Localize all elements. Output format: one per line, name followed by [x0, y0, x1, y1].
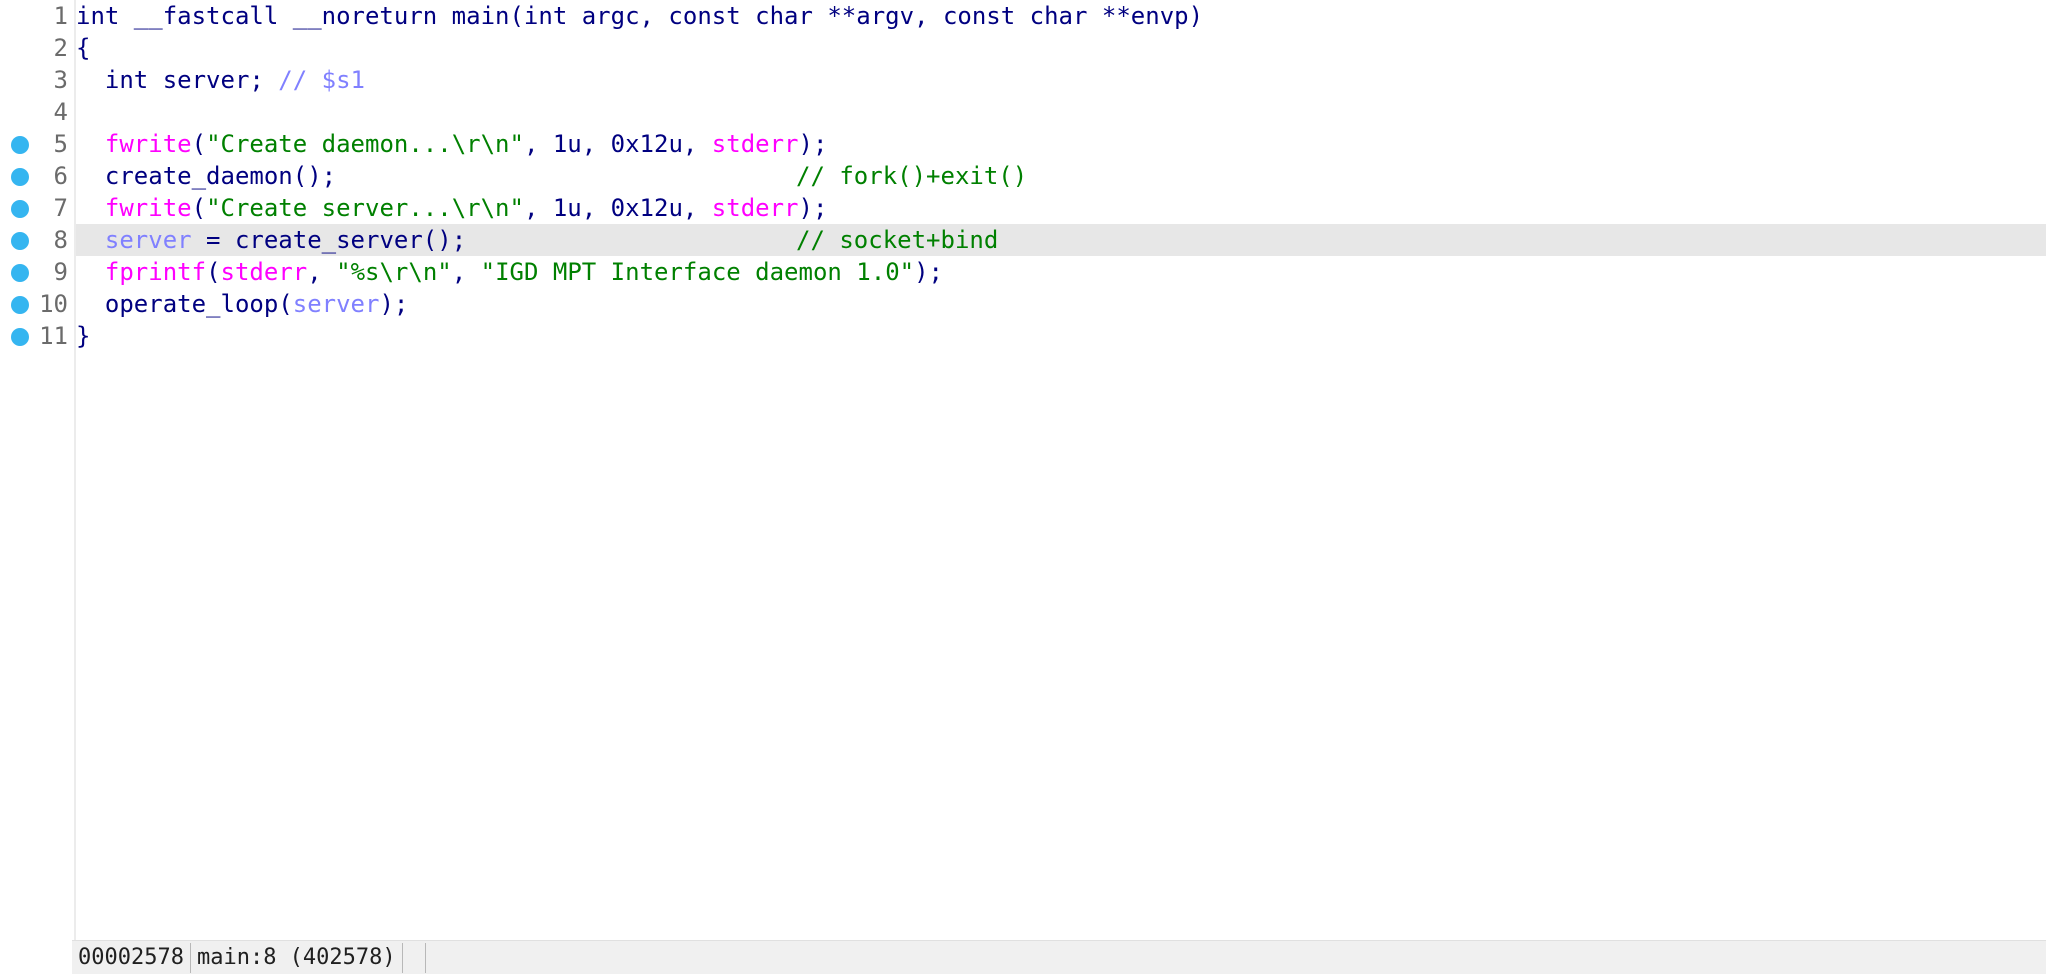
- pseudocode-view[interactable]: 1 int __fastcall __noreturn main(int argc…: [0, 0, 2046, 940]
- status-bar: 00002578 main:8 (402578): [72, 940, 2046, 974]
- code-token[interactable]: (: [192, 194, 206, 222]
- code-text[interactable]: fwrite("Create daemon...\r\n", 1u, 0x12u…: [76, 128, 828, 160]
- breakpoint-icon[interactable]: [11, 264, 29, 282]
- code-token[interactable]: ,: [307, 258, 336, 286]
- line-number: 2: [53, 34, 68, 62]
- code-text[interactable]: {: [76, 32, 90, 64]
- line-number: 9: [53, 258, 68, 286]
- code-token[interactable]: fwrite: [105, 194, 192, 222]
- code-token[interactable]: (: [192, 130, 206, 158]
- code-text[interactable]: server = create_server();: [76, 224, 466, 256]
- code-cell[interactable]: fwrite("Create daemon...\r\n", 1u, 0x12u…: [76, 128, 2046, 160]
- code-cell[interactable]: create_daemon(); // fork()+exit(): [76, 160, 2046, 192]
- code-token[interactable]: = create_server();: [192, 226, 466, 254]
- code-text[interactable]: int __fastcall __noreturn main(int argc,…: [76, 0, 1203, 32]
- code-token[interactable]: (: [206, 258, 220, 286]
- code-line[interactable]: 4: [0, 96, 2046, 128]
- status-extra: [403, 943, 426, 973]
- code-line[interactable]: 5 fwrite("Create daemon...\r\n", 1u, 0x1…: [0, 128, 2046, 160]
- code-token[interactable]: {: [76, 34, 90, 62]
- line-number: 11: [39, 322, 68, 350]
- code-token[interactable]: int __fastcall __noreturn main(int argc,…: [76, 2, 1203, 30]
- code-token[interactable]: [76, 130, 105, 158]
- breakpoint-icon[interactable]: [11, 296, 29, 314]
- code-cell[interactable]: fwrite("Create server...\r\n", 1u, 0x12u…: [76, 192, 2046, 224]
- line-number: 5: [53, 130, 68, 158]
- code-line[interactable]: 8 server = create_server(); // socket+bin…: [0, 224, 2046, 256]
- code-comment: // socket+bind: [796, 226, 999, 254]
- code-token[interactable]: );: [914, 258, 943, 286]
- code-token[interactable]: );: [799, 194, 828, 222]
- code-token[interactable]: "%s\r\n": [336, 258, 452, 286]
- code-token[interactable]: server: [105, 226, 192, 254]
- code-cell[interactable]: }: [76, 320, 2046, 352]
- code-token[interactable]: fprintf: [105, 258, 206, 286]
- line-number: 10: [39, 290, 68, 318]
- code-token[interactable]: operate_loop(: [76, 290, 293, 318]
- code-cell[interactable]: int server; // $s1: [76, 64, 2046, 96]
- code-token[interactable]: [76, 258, 105, 286]
- code-line[interactable]: 2{: [0, 32, 2046, 64]
- code-cell[interactable]: {: [76, 32, 2046, 64]
- code-line[interactable]: 9 fprintf(stderr, "%s\r\n", "IGD MPT Int…: [0, 256, 2046, 288]
- line-number: 6: [53, 162, 68, 190]
- code-text[interactable]: }: [76, 320, 90, 352]
- code-cell[interactable]: fprintf(stderr, "%s\r\n", "IGD MPT Inter…: [76, 256, 2046, 288]
- line-number: 7: [53, 194, 68, 222]
- code-token[interactable]: [76, 194, 105, 222]
- code-comment: // fork()+exit(): [796, 162, 1028, 190]
- code-token[interactable]: stderr: [712, 130, 799, 158]
- code-token[interactable]: fwrite: [105, 130, 192, 158]
- code-token[interactable]: );: [799, 130, 828, 158]
- code-token[interactable]: "Create server...\r\n": [206, 194, 524, 222]
- code-cell[interactable]: operate_loop(server);: [76, 288, 2046, 320]
- code-cell[interactable]: int __fastcall __noreturn main(int argc,…: [76, 0, 2046, 32]
- status-location: main:8 (402578): [191, 943, 403, 973]
- breakpoint-icon[interactable]: [11, 200, 29, 218]
- code-cell[interactable]: [76, 96, 2046, 128]
- code-token[interactable]: server: [293, 290, 380, 318]
- code-line[interactable]: 7 fwrite("Create server...\r\n", 1u, 0x1…: [0, 192, 2046, 224]
- code-token[interactable]: // $s1: [278, 66, 365, 94]
- code-text[interactable]: operate_loop(server);: [76, 288, 408, 320]
- line-number: 4: [53, 98, 68, 126]
- code-token[interactable]: stderr: [712, 194, 799, 222]
- code-text[interactable]: fwrite("Create server...\r\n", 1u, 0x12u…: [76, 192, 828, 224]
- code-line[interactable]: 6 create_daemon(); // fork()+exit(): [0, 160, 2046, 192]
- code-text[interactable]: fprintf(stderr, "%s\r\n", "IGD MPT Inter…: [76, 256, 943, 288]
- code-token[interactable]: int server;: [76, 66, 278, 94]
- line-number: 8: [53, 226, 68, 254]
- code-token[interactable]: create_daemon();: [76, 162, 336, 190]
- code-token[interactable]: "IGD MPT Interface daemon 1.0": [481, 258, 914, 286]
- code-token[interactable]: "Create daemon...\r\n": [206, 130, 524, 158]
- breakpoint-icon[interactable]: [11, 136, 29, 154]
- code-token[interactable]: }: [76, 322, 90, 350]
- breakpoint-icon[interactable]: [11, 168, 29, 186]
- code-cell[interactable]: server = create_server(); // socket+bind: [76, 224, 2046, 256]
- code-token[interactable]: , 1u, 0x12u,: [524, 194, 712, 222]
- code-line[interactable]: 11}: [0, 320, 2046, 352]
- line-number: 3: [53, 66, 68, 94]
- code-text[interactable]: create_daemon();: [76, 160, 336, 192]
- code-token[interactable]: );: [379, 290, 408, 318]
- line-number: 1: [53, 2, 68, 30]
- code-line[interactable]: 1 int __fastcall __noreturn main(int argc…: [0, 0, 2046, 32]
- code-token[interactable]: , 1u, 0x12u,: [524, 130, 712, 158]
- code-token[interactable]: ,: [452, 258, 481, 286]
- breakpoint-icon[interactable]: [11, 328, 29, 346]
- code-token[interactable]: stderr: [221, 258, 308, 286]
- status-address: 00002578: [72, 943, 191, 973]
- code-text[interactable]: int server; // $s1: [76, 64, 365, 96]
- breakpoint-icon[interactable]: [11, 232, 29, 250]
- code-line[interactable]: 3 int server; // $s1: [0, 64, 2046, 96]
- code-token[interactable]: [76, 226, 105, 254]
- code-line[interactable]: 10 operate_loop(server);: [0, 288, 2046, 320]
